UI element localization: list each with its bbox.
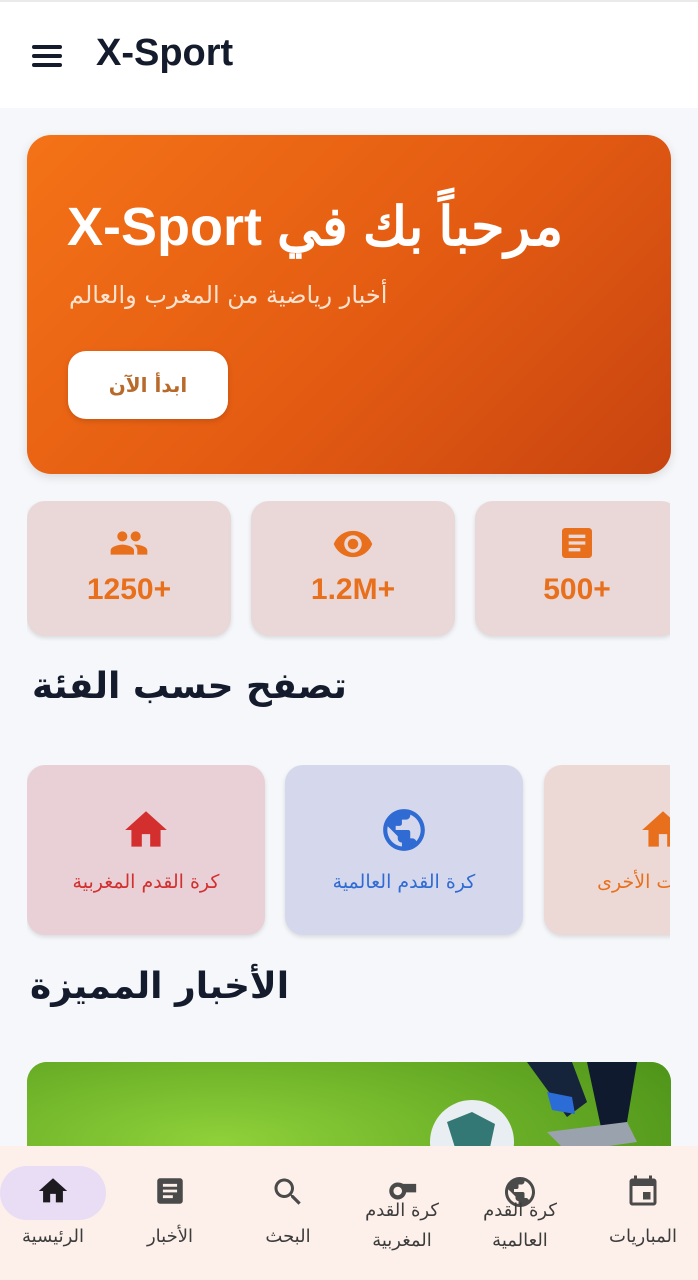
stat-value: 1.2M+ [310,573,396,606]
menu-icon-line [32,54,62,58]
stat-card-views: 1.2M+ [251,501,455,636]
hero-banner: مرحباً بك في X-Sport أخبار رياضية من الم… [27,135,671,474]
search-icon [230,1174,346,1210]
nav-label: كرة القدم المغربية [365,1200,439,1251]
article-icon [112,1174,228,1208]
category-card-moroccan-football[interactable]: كرة القدم المغربية [27,765,265,935]
nav-item-news[interactable]: الأخبار [112,1146,228,1280]
featured-title: الأخبار المميزة [30,966,290,1007]
nav-label: المباريات [609,1226,677,1247]
stat-value: 1250+ [86,573,172,606]
nav-item-search[interactable]: البحث [230,1146,346,1280]
menu-button[interactable] [28,40,68,76]
home-icon [544,805,670,855]
nav-label: البحث [265,1226,311,1247]
nav-label: الأخبار [146,1226,193,1247]
category-label: الرياضات الأخرى [597,871,670,893]
article-icon [475,523,670,563]
bottom-navigation: الرئيسية الأخبار البحث كرة القدم المغربي… [0,1146,698,1280]
hero-subtitle: أخبار رياضية من المغرب والعالم [69,281,388,309]
people-icon [27,523,231,563]
category-card-other-sports[interactable]: الرياضات الأخرى [544,765,670,935]
category-label: كرة القدم العالمية [332,871,476,893]
app-title: X-Sport [96,32,234,74]
nav-label: كرة القدم العالمية [483,1200,557,1251]
hero-title-text: مرحباً بك في X-Sport [67,197,564,257]
home-icon [27,805,265,855]
hero-title: مرحباً بك في X-Sport [67,195,627,258]
nav-label: الرئيسية [22,1226,84,1247]
start-now-button[interactable]: ابدأ الآن [68,351,228,419]
category-label: كرة القدم المغربية [72,871,220,893]
eye-icon [251,523,455,565]
globe-icon [285,805,523,855]
stat-card-articles: 500+ [475,501,670,636]
calendar-icon [588,1174,698,1210]
home-icon [0,1174,106,1208]
stats-row: 1250+ 1.2M+ 500+ [27,501,670,641]
nav-item-home[interactable]: الرئيسية [0,1146,116,1280]
nav-item-matches[interactable]: المباريات [588,1146,698,1280]
categories-row: كرة القدم المغربية كرة القدم العالمية ال… [27,765,670,941]
stat-card-users: 1250+ [27,501,231,636]
menu-icon [32,45,62,49]
nav-item-moroccan-football[interactable]: كرة القدم المغربية [344,1146,460,1280]
categories-title: تصفح حسب الفئة [32,666,347,707]
nav-item-world-football[interactable]: كرة القدم العالمية [462,1146,578,1280]
stat-value: 500+ [543,573,611,606]
category-card-world-football[interactable]: كرة القدم العالمية [285,765,523,935]
app-bar: X-Sport [0,0,698,108]
menu-icon-line [32,63,62,67]
